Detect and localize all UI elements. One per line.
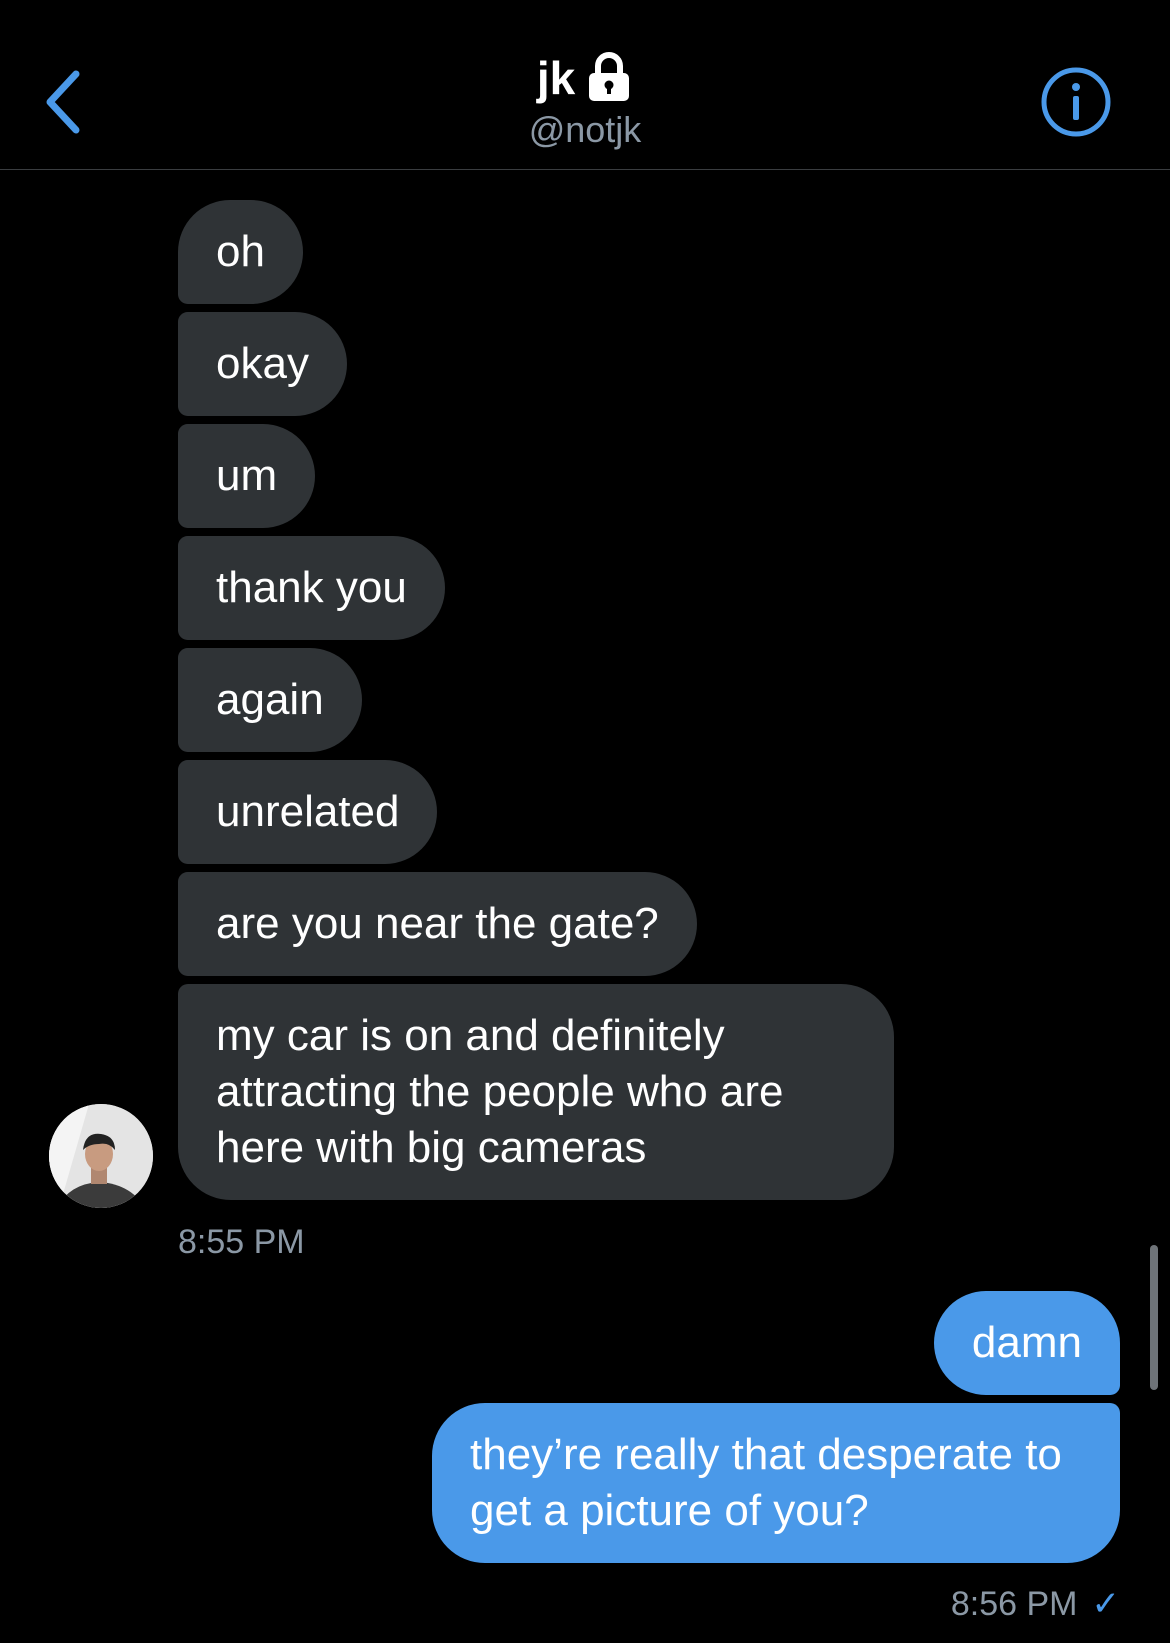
sent-message[interactable]: damn xyxy=(933,1291,1120,1395)
received-message[interactable]: um xyxy=(178,424,316,528)
sent-message[interactable]: they’re really that desperate to get a p… xyxy=(432,1403,1120,1563)
avatar[interactable] xyxy=(49,1104,153,1208)
message-thread[interactable]: oh okay um thank you again unrelated are… xyxy=(0,170,1170,1643)
conversation-title[interactable]: jk @notjk xyxy=(0,50,1170,152)
avatar-photo xyxy=(49,1104,153,1208)
info-icon[interactable] xyxy=(1040,66,1112,138)
conversation-header: jk @notjk xyxy=(0,0,1170,170)
received-timestamp: 8:55 PM xyxy=(178,1223,305,1261)
checkmark-icon: ✓ xyxy=(1091,1585,1121,1623)
sent-timestamp-row: 8:56 PM ✓ xyxy=(951,1584,1120,1624)
received-message[interactable]: oh xyxy=(178,200,303,304)
received-message[interactable]: again xyxy=(178,648,362,752)
lock-icon xyxy=(589,52,630,101)
received-message[interactable]: are you near the gate? xyxy=(178,872,697,976)
received-message[interactable]: okay xyxy=(178,312,347,416)
received-message[interactable]: thank you xyxy=(178,536,445,640)
contact-name: jk xyxy=(536,52,576,104)
contact-handle: @notjk xyxy=(528,109,642,150)
received-message[interactable]: my car is on and definitely attracting t… xyxy=(178,984,894,1200)
sent-timestamp: 8:56 PM xyxy=(950,1585,1078,1623)
received-message[interactable]: unrelated xyxy=(178,760,438,864)
scrollbar[interactable] xyxy=(1150,1245,1158,1390)
